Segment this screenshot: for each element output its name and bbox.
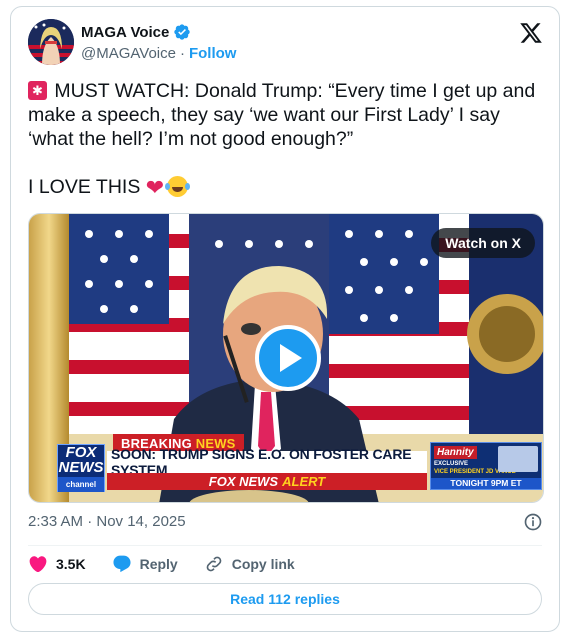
fox-news-channel-logo: FOX NEWS channel: [57, 444, 105, 492]
tweet-text-line2: I LOVE THIS: [28, 176, 146, 198]
tweet-text-line1: MUST WATCH: Donald Trump: “Every time I …: [28, 80, 541, 150]
tweet-card: MAGA Voice @MAGAVoice · Follow MUST WATC…: [10, 6, 560, 632]
hannity-promo: Hannity EXCLUSIVE VICE PRESIDENT JD VANC…: [430, 442, 542, 490]
verified-badge-icon: [174, 24, 191, 40]
info-icon[interactable]: [523, 512, 543, 532]
author-handle[interactable]: @MAGAVoice: [81, 45, 176, 62]
divider: [28, 545, 542, 546]
copy-link-label: Copy link: [231, 556, 295, 572]
follow-button[interactable]: Follow: [189, 45, 237, 62]
tweet-text: MUST WATCH: Donald Trump: “Every time I …: [28, 79, 548, 200]
red-heart-emoji-icon: ❤: [145, 175, 165, 200]
action-bar: 3.5K Reply Copy link: [28, 552, 321, 576]
reply-button[interactable]: Reply: [112, 554, 178, 574]
like-button[interactable]: 3.5K: [28, 554, 86, 574]
tears-of-joy-emoji-icon: [165, 176, 189, 197]
fox-logo-mid: NEWS: [58, 458, 104, 476]
x-logo-icon[interactable]: [519, 21, 543, 45]
dot-separator: ·: [179, 45, 185, 62]
author-name-text[interactable]: MAGA Voice: [81, 24, 169, 41]
watch-on-x-badge[interactable]: Watch on X: [431, 228, 535, 258]
avatar[interactable]: [28, 19, 74, 65]
timestamp[interactable]: 2:33 AM · Nov 14, 2025: [28, 513, 186, 530]
promo-exclusive: EXCLUSIVE: [434, 461, 469, 467]
promo-show: Hannity: [434, 446, 477, 459]
fox-logo-top: FOX: [65, 443, 97, 461]
reply-label: Reply: [139, 556, 178, 572]
author-subline: @MAGAVoice · Follow: [81, 45, 236, 62]
video-player[interactable]: Watch on X BREAKING NEWS FOX NEWS channe…: [28, 213, 544, 503]
read-replies-button[interactable]: Read 112 replies: [28, 583, 542, 615]
link-icon: [206, 556, 222, 572]
heart-icon: [29, 556, 47, 573]
alert-word: ALERT: [282, 474, 326, 489]
promo-faces-image: [498, 446, 538, 472]
like-count: 3.5K: [56, 556, 86, 572]
author-name[interactable]: MAGA Voice: [81, 23, 191, 41]
reply-bubble-icon: [113, 555, 131, 573]
copy-link-button[interactable]: Copy link: [204, 554, 295, 574]
fox-logo-bottom: channel: [58, 476, 104, 492]
promo-time: TONIGHT 9PM ET: [431, 478, 541, 489]
fox-news-alert-bar: FOX NEWS ALERT: [107, 473, 427, 490]
siren-emoji-icon: [28, 81, 47, 100]
chyron-headline: SOON: TRUMP SIGNS E.O. ON FOSTER CARE SY…: [107, 446, 427, 478]
play-button[interactable]: [255, 325, 321, 391]
alert-brand: FOX NEWS: [208, 474, 279, 489]
